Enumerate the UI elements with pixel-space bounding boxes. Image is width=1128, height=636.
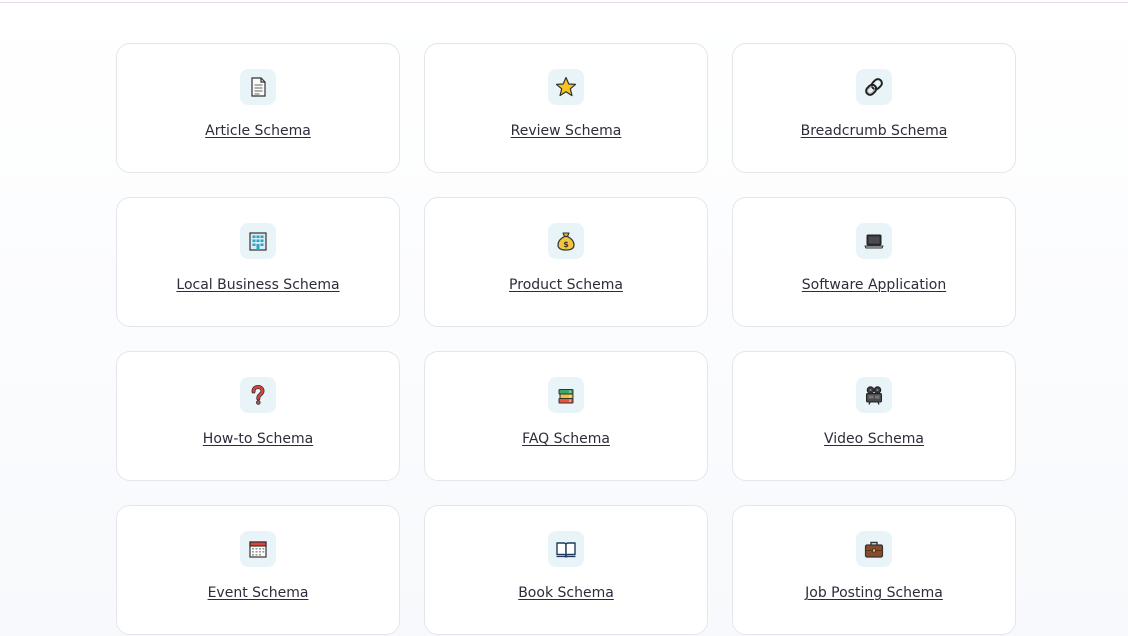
schema-card-grid: Article Schema Review Schema Breadcrumb … xyxy=(116,43,1016,635)
laptop-icon xyxy=(856,223,892,259)
card-how-to-schema[interactable]: How-to Schema xyxy=(116,351,400,481)
document-icon xyxy=(240,69,276,105)
card-label: How-to Schema xyxy=(202,431,314,447)
calendar-icon xyxy=(240,531,276,567)
card-label: Review Schema xyxy=(510,123,622,139)
office-building-icon xyxy=(240,223,276,259)
card-label: Video Schema xyxy=(824,431,924,447)
card-article-schema[interactable]: Article Schema xyxy=(116,43,400,173)
card-label: Book Schema xyxy=(518,585,614,601)
card-label: Local Business Schema xyxy=(176,277,340,293)
card-label: Software Application xyxy=(801,277,947,293)
card-label: Article Schema xyxy=(205,123,311,139)
card-video-schema[interactable]: Video Schema xyxy=(732,351,1016,481)
card-label: Job Posting Schema xyxy=(805,585,943,601)
link-icon xyxy=(856,69,892,105)
card-job-posting-schema[interactable]: Job Posting Schema xyxy=(732,505,1016,635)
star-icon xyxy=(548,69,584,105)
card-review-schema[interactable]: Review Schema xyxy=(424,43,708,173)
card-software-application[interactable]: Software Application xyxy=(732,197,1016,327)
top-divider xyxy=(0,2,1128,3)
card-product-schema[interactable]: $ Product Schema xyxy=(424,197,708,327)
open-book-icon xyxy=(548,531,584,567)
card-local-business-schema[interactable]: Local Business Schema xyxy=(116,197,400,327)
briefcase-icon xyxy=(856,531,892,567)
card-event-schema[interactable]: Event Schema xyxy=(116,505,400,635)
card-faq-schema[interactable]: FAQ Schema xyxy=(424,351,708,481)
question-mark-icon xyxy=(240,377,276,413)
card-label: Product Schema xyxy=(509,277,623,293)
card-book-schema[interactable]: Book Schema xyxy=(424,505,708,635)
card-label: FAQ Schema xyxy=(522,431,610,447)
card-label: Breadcrumb Schema xyxy=(800,123,948,139)
money-bag-icon: $ xyxy=(548,223,584,259)
card-label: Event Schema xyxy=(207,585,309,601)
books-icon xyxy=(548,377,584,413)
svg-text:$: $ xyxy=(563,240,569,249)
card-breadcrumb-schema[interactable]: Breadcrumb Schema xyxy=(732,43,1016,173)
film-projector-icon xyxy=(856,377,892,413)
